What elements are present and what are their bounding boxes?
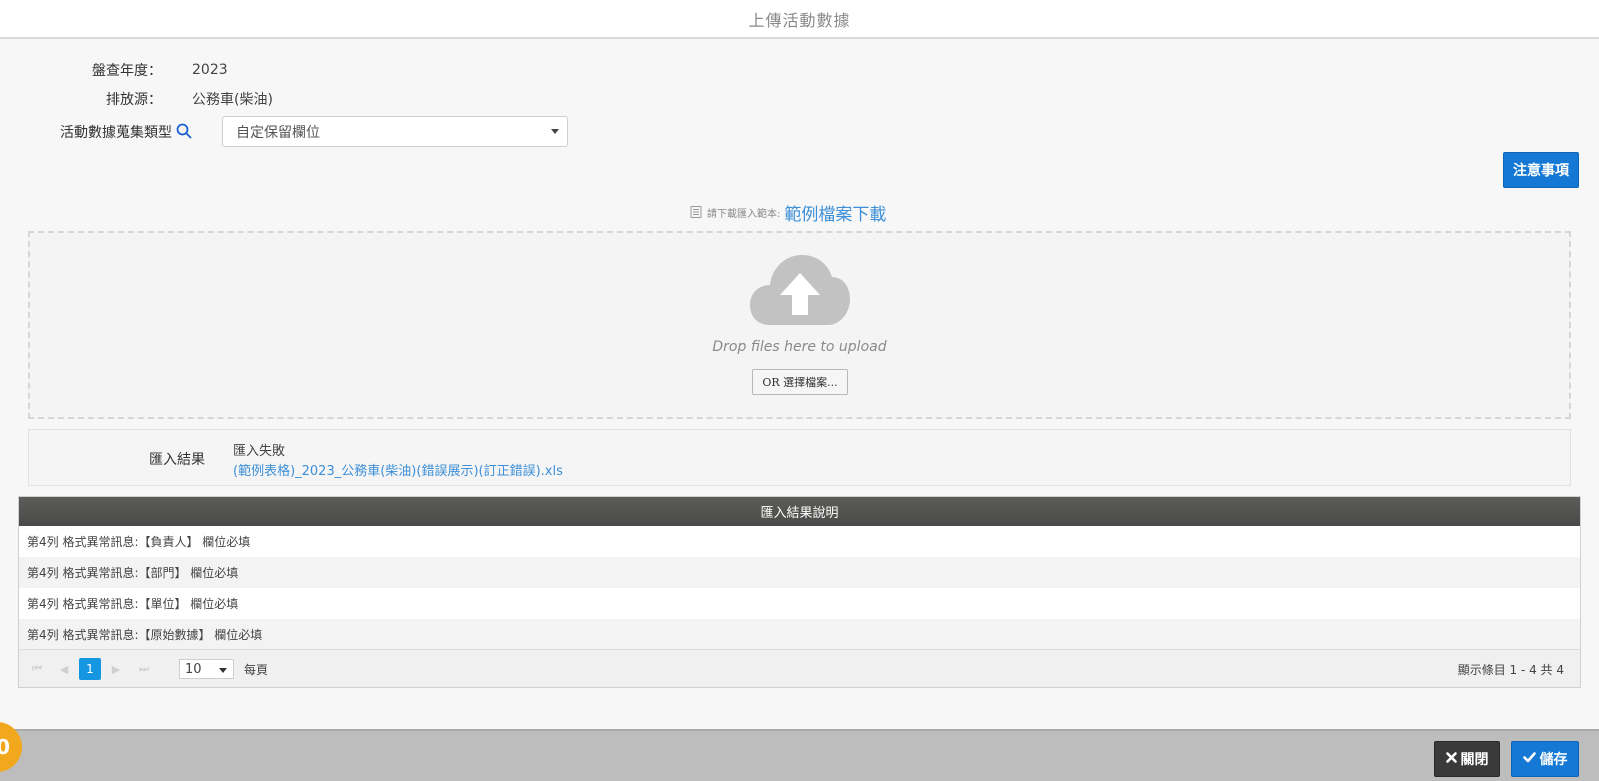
collect-type-selected: 自定保留欄位 bbox=[236, 124, 320, 141]
grid-pager: ⏮ ◀ 1 ▶ ⏭ 10 每頁 顯示條目 1 - 4 共 4 bbox=[19, 649, 1580, 687]
collect-type-row: 活動數據蒐集類型 bbox=[0, 122, 192, 143]
save-button-label: 儲存 bbox=[1539, 752, 1568, 768]
source-value: 公務車(柴油) bbox=[192, 92, 273, 108]
table-row: 第4列 格式異常訊息:【負責人】 欄位必填 bbox=[27, 535, 251, 549]
dialog-title: 上傳活動數據 bbox=[748, 10, 851, 30]
last-page-icon[interactable]: ⏭ bbox=[136, 661, 152, 677]
pager-info: 顯示條目 1 - 4 共 4 bbox=[1457, 663, 1564, 677]
page-size-value: 10 bbox=[185, 661, 202, 677]
collect-type-label-wrap: 活動數據蒐集類型 bbox=[0, 122, 192, 143]
template-download-line: 請下載匯入範本: 範例檔案下載 bbox=[690, 200, 886, 225]
close-icon bbox=[1445, 751, 1457, 767]
document-icon bbox=[690, 203, 702, 222]
notice-button[interactable]: 注意事項 bbox=[1503, 152, 1579, 188]
source-row: 排放源： 公務車(柴油) bbox=[0, 89, 273, 109]
search-icon[interactable] bbox=[176, 123, 192, 143]
import-result-panel: 匯入結果 匯入失敗 (範例表格)_2023_公務車(柴油)(錯誤展示)(訂正錯誤… bbox=[28, 429, 1571, 486]
page-size-select[interactable]: 10 bbox=[179, 659, 234, 679]
year-row: 盤查年度： 2023 bbox=[0, 60, 228, 80]
file-dropzone[interactable]: Drop files here to upload OR 選擇檔案... bbox=[28, 231, 1571, 419]
collect-type-label: 活動數據蒐集類型 bbox=[60, 125, 172, 141]
import-result-status: 匯入失敗 bbox=[233, 444, 286, 459]
close-button-label: 關閉 bbox=[1460, 752, 1489, 768]
cloud-upload-icon bbox=[750, 251, 850, 331]
table-row: 第4列 格式異常訊息:【單位】 欄位必填 bbox=[27, 597, 239, 611]
import-result-grid: 匯入結果說明 第4列 格式異常訊息:【負責人】 欄位必填 第4列 格式異常訊息:… bbox=[18, 496, 1581, 688]
badge-count: 0 bbox=[0, 735, 10, 759]
save-button[interactable]: 儲存 bbox=[1511, 741, 1579, 777]
year-value: 2023 bbox=[192, 62, 228, 78]
table-row: 第4列 格式異常訊息:【原始數據】 欄位必填 bbox=[19, 619, 1580, 650]
grid-header: 匯入結果說明 bbox=[19, 497, 1580, 526]
chevron-down-icon bbox=[551, 129, 559, 134]
table-row: 第4列 格式異常訊息:【部門】 欄位必填 bbox=[19, 557, 1580, 588]
dialog-titlebar: 上傳活動數據 bbox=[0, 0, 1599, 39]
page-number-current[interactable]: 1 bbox=[79, 658, 101, 680]
chevron-down-icon bbox=[219, 668, 227, 673]
choose-file-button[interactable]: OR 選擇檔案... bbox=[752, 369, 848, 395]
year-label: 盤查年度： bbox=[92, 63, 162, 79]
import-result-file-link[interactable]: (範例表格)_2023_公務車(柴油)(錯誤展示)(訂正錯誤).xls bbox=[233, 460, 563, 479]
per-page-label: 每頁 bbox=[244, 663, 269, 677]
close-button[interactable]: 關閉 bbox=[1434, 741, 1500, 777]
collect-type-select[interactable]: 自定保留欄位 bbox=[222, 116, 568, 147]
dialog-footer: 關閉 儲存 bbox=[0, 729, 1599, 781]
template-prompt: 請下載匯入範本: bbox=[707, 209, 781, 220]
template-download-link[interactable]: 範例檔案下載 bbox=[784, 200, 886, 225]
dropzone-text: Drop files here to upload bbox=[712, 339, 887, 355]
check-icon bbox=[1522, 751, 1536, 767]
first-page-icon[interactable]: ⏮ bbox=[29, 661, 45, 677]
import-result-label: 匯入結果 bbox=[149, 452, 205, 468]
source-label: 排放源： bbox=[106, 92, 162, 108]
prev-page-icon[interactable]: ◀ bbox=[56, 661, 72, 677]
next-page-icon[interactable]: ▶ bbox=[108, 661, 124, 677]
